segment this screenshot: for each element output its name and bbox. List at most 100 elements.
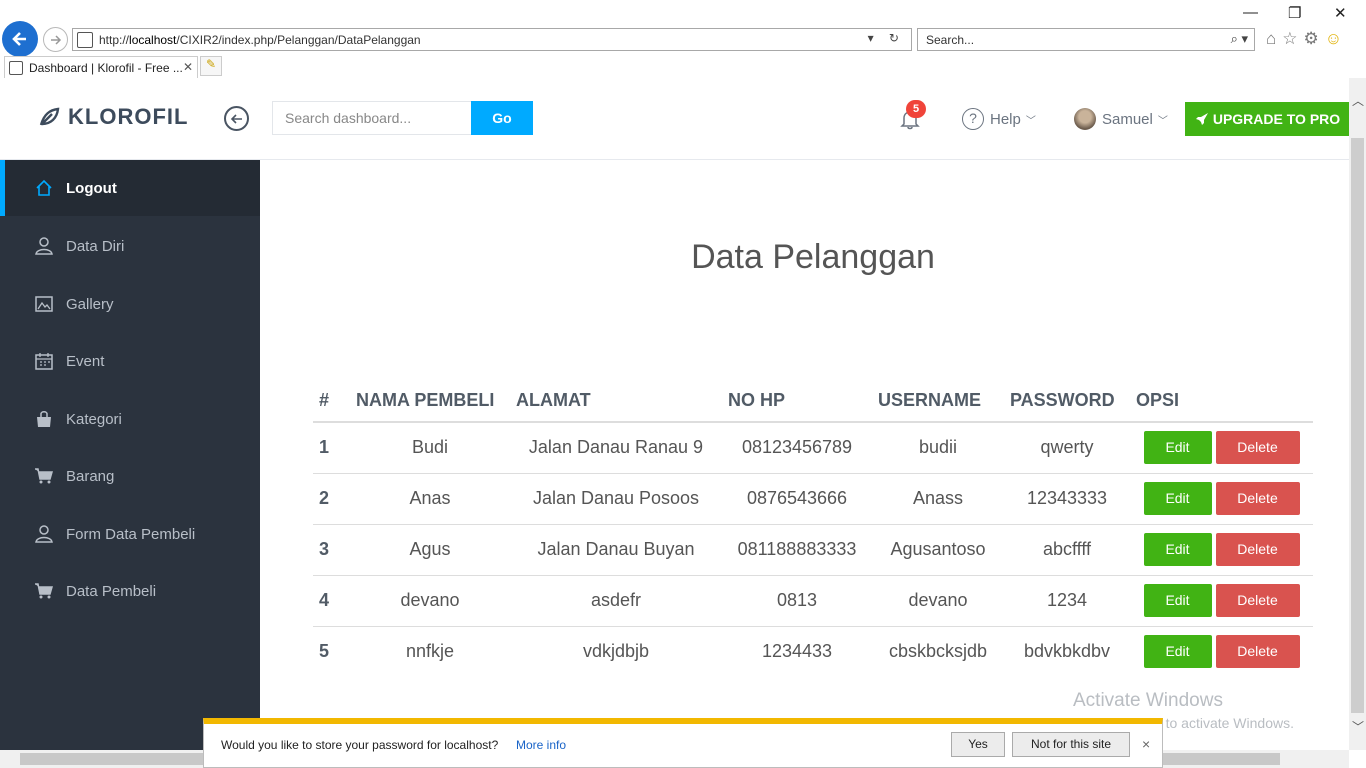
table-row: 5 nnfkje vdkjdbjb 1234433 cbskbcksjdb bdvkbkd… xyxy=(313,625,1313,677)
cell-no-hp: 1234433 xyxy=(722,625,872,677)
table-row: 4 devano asdefr 0813 devano 1234 Edit Delete xyxy=(313,574,1313,626)
avatar xyxy=(1074,108,1096,130)
delete-button[interactable]: Delete xyxy=(1215,584,1300,617)
column-header: OPSI xyxy=(1130,380,1313,423)
cell-opsi: Edit Delete xyxy=(1130,523,1313,575)
upgrade-button[interactable]: UPGRADE TO PRO xyxy=(1185,102,1349,136)
user-name: Samuel xyxy=(1102,110,1153,128)
watermark-title: Activate Windows xyxy=(1073,690,1223,711)
column-header: NO HP xyxy=(722,380,872,423)
sidebar: Logout Data Diri Gallery Event Kategori xyxy=(0,160,260,750)
forward-button[interactable] xyxy=(43,27,68,52)
bag-icon xyxy=(34,409,54,429)
cell-password: 12343333 xyxy=(1004,472,1130,524)
cell-no-hp: 0813 xyxy=(722,574,872,626)
search-icon[interactable]: ⌕ ▾ xyxy=(1231,31,1248,47)
user-menu[interactable]: Samuel ﹀ xyxy=(1074,108,1168,130)
cell-alamat: Jalan Danau Ranau 9 xyxy=(510,421,722,473)
sidebar-toggle-button[interactable] xyxy=(224,106,249,131)
cell-username: budii xyxy=(872,421,1004,473)
address-bar[interactable]: http:// localhost /CIXIR2/index.php/Pela… xyxy=(72,28,912,51)
close-window-icon[interactable]: ✕ xyxy=(1334,4,1347,22)
sidebar-item-label: Barang xyxy=(66,467,115,485)
restore-icon[interactable]: ❐ xyxy=(1288,4,1301,22)
cell-no-hp: 08123456789 xyxy=(722,421,872,473)
cell-alamat: asdefr xyxy=(510,574,722,626)
cell-username: cbskbcksjdb xyxy=(872,625,1004,677)
cell-nama: Agus xyxy=(350,523,510,575)
cell-opsi: Edit Delete xyxy=(1130,472,1313,524)
arrow-left-icon xyxy=(12,32,26,46)
sidebar-item-data-diri[interactable]: Data Diri xyxy=(0,218,260,274)
new-tab-button[interactable]: ✎ xyxy=(200,56,222,76)
not-for-this-site-button[interactable]: Not for this site xyxy=(1012,732,1130,757)
delete-button[interactable]: Delete xyxy=(1215,635,1300,669)
edit-button[interactable]: Edit xyxy=(1143,482,1212,515)
brand-logo[interactable]: KLOROFIL xyxy=(38,104,188,130)
cell-nama: nnfkje xyxy=(350,625,510,677)
cell-nama: Budi xyxy=(350,421,510,473)
edit-button[interactable]: Edit xyxy=(1143,533,1212,566)
scroll-up-icon[interactable]: ︿ xyxy=(1352,92,1364,109)
scroll-down-icon[interactable]: ﹀ xyxy=(1352,718,1364,735)
tab-icon xyxy=(9,60,23,75)
page: KLOROFIL Search dashboard... Go 5 ? Help… xyxy=(0,78,1349,750)
column-header: PASSWORD xyxy=(1004,380,1130,423)
page-title: Data Pelanggan xyxy=(691,238,935,276)
leaf-icon xyxy=(39,107,60,126)
scroll-thumb[interactable] xyxy=(1351,138,1364,713)
tab-close-icon[interactable]: ✕ xyxy=(183,60,193,74)
url-prefix: http:// xyxy=(99,32,130,47)
minimize-icon[interactable]: — xyxy=(1243,4,1258,21)
tab-title: Dashboard | Klorofil - Free ... xyxy=(29,60,183,75)
password-save-bar: Would you like to store your password fo… xyxy=(203,718,1163,768)
delete-button[interactable]: Delete xyxy=(1215,431,1300,465)
back-button[interactable] xyxy=(2,21,38,57)
url-path: /CIXIR2/index.php/Pelanggan/DataPelangga… xyxy=(176,32,421,47)
sidebar-item-gallery[interactable]: Gallery xyxy=(0,276,260,332)
edit-button[interactable]: Edit xyxy=(1143,431,1212,465)
more-info-link[interactable]: More info xyxy=(516,738,566,752)
customer-table: # NAMA PEMBELI ALAMAT NO HP USERNAME PAS… xyxy=(313,380,1313,677)
row-number: 2 xyxy=(313,472,350,524)
go-button[interactable]: Go xyxy=(471,101,533,135)
sidebar-item-event[interactable]: Event xyxy=(0,333,260,389)
yes-button[interactable]: Yes xyxy=(951,732,1005,757)
cell-nama: Anas xyxy=(350,472,510,524)
sidebar-item-kategori[interactable]: Kategori xyxy=(0,391,260,447)
sidebar-item-label: Event xyxy=(66,352,105,370)
cell-alamat: Jalan Danau Posoos xyxy=(510,472,722,524)
sidebar-item-logout[interactable]: Logout xyxy=(0,160,260,216)
cell-no-hp: 081188883333 xyxy=(722,523,872,575)
cell-no-hp: 0876543666 xyxy=(722,472,872,524)
settings-icon[interactable]: ⚙ xyxy=(1304,29,1319,49)
cart-icon xyxy=(34,581,54,601)
sidebar-item-form-data-pembeli[interactable]: Form Data Pembeli xyxy=(0,506,260,562)
sidebar-item-label: Data Diri xyxy=(66,237,125,255)
close-icon[interactable]: × xyxy=(1142,736,1150,752)
edit-button[interactable]: Edit xyxy=(1143,584,1212,617)
vertical-scrollbar[interactable]: ︿ ﹀ xyxy=(1349,78,1366,750)
sidebar-item-label: Logout xyxy=(66,179,117,197)
chevron-down-icon: ﹀ xyxy=(1157,115,1168,127)
delete-button[interactable]: Delete xyxy=(1215,482,1300,515)
browser-tab[interactable]: Dashboard | Klorofil - Free ... ✕ xyxy=(4,56,198,78)
sidebar-item-label: Kategori xyxy=(66,410,122,428)
image-icon xyxy=(34,294,54,314)
sidebar-item-data-pembeli[interactable]: Data Pembeli xyxy=(0,563,260,619)
dashboard-search-input[interactable]: Search dashboard... xyxy=(272,101,472,135)
help-menu[interactable]: ? Help ﹀ xyxy=(962,108,1036,130)
browser-search-box[interactable]: Search... ⌕ ▾ xyxy=(917,28,1255,51)
smiley-icon[interactable]: ☺ xyxy=(1325,29,1342,49)
arrow-left-icon xyxy=(230,113,242,124)
column-header: USERNAME xyxy=(872,380,1004,423)
edit-button[interactable]: Edit xyxy=(1143,635,1212,669)
refresh-icon[interactable]: ▾ ↻ xyxy=(868,31,905,45)
home-icon[interactable]: ⌂ xyxy=(1266,29,1276,49)
favorites-icon[interactable]: ☆ xyxy=(1282,29,1297,49)
delete-button[interactable]: Delete xyxy=(1215,533,1300,566)
row-number: 4 xyxy=(313,574,350,626)
top-navbar: KLOROFIL Search dashboard... Go 5 ? Help… xyxy=(0,78,1349,160)
table-header-row: # NAMA PEMBELI ALAMAT NO HP USERNAME PAS… xyxy=(313,380,1313,423)
sidebar-item-barang[interactable]: Barang xyxy=(0,448,260,504)
